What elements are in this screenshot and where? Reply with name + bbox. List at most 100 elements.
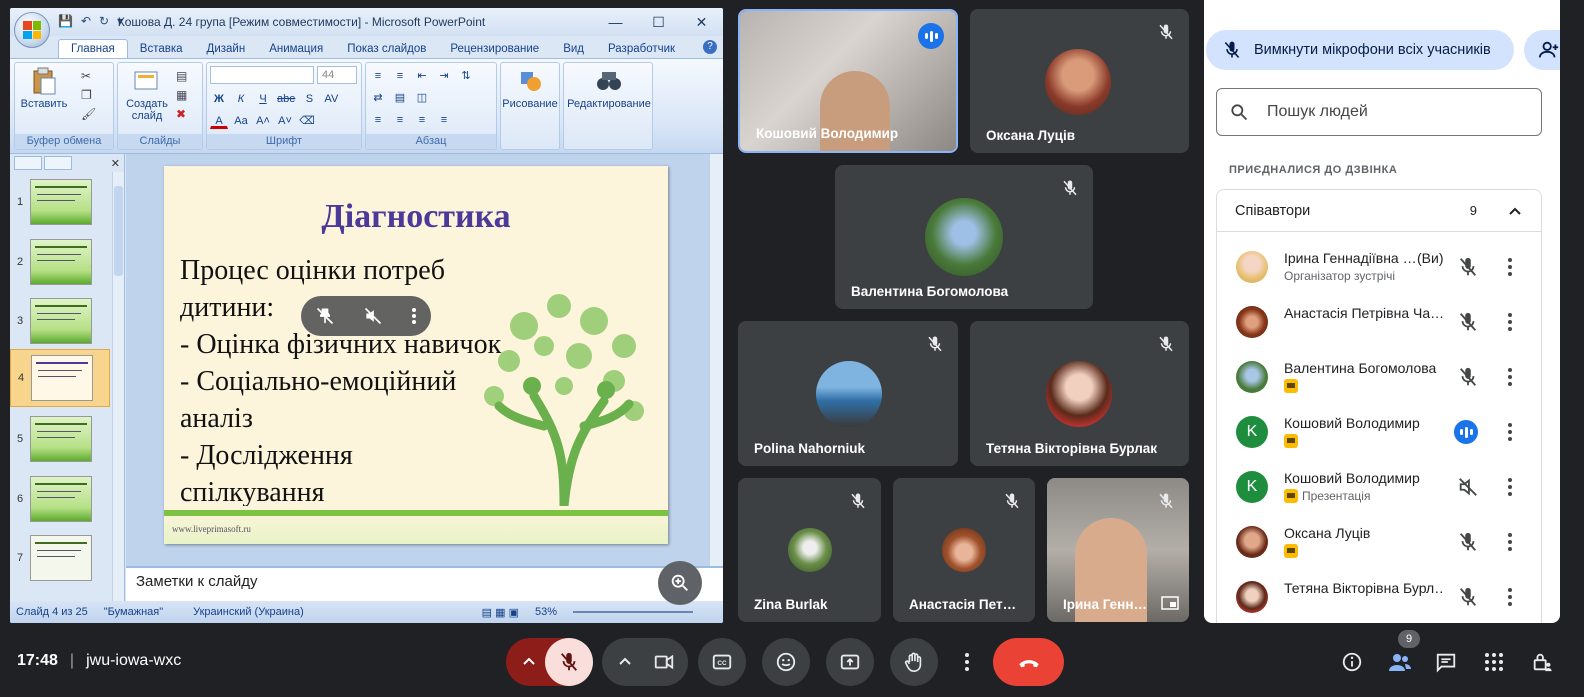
text-direction-icon[interactable]: ⇄: [369, 88, 387, 106]
notes-pane[interactable]: Заметки к слайду: [126, 566, 723, 601]
participant-tile[interactable]: Оксана Луців: [970, 9, 1189, 153]
participant-row[interactable]: K Кошовий Володимир Презентація: [1217, 460, 1543, 515]
thumbnail-scrollbar[interactable]: [112, 172, 124, 601]
font-color-icon[interactable]: A: [210, 111, 228, 129]
participant-tile[interactable]: Кошовий Володимир: [738, 9, 958, 153]
participant-row[interactable]: Тетяна Вікторівна Бурл…: [1217, 570, 1543, 623]
clear-format-icon[interactable]: ⌫: [298, 111, 316, 129]
participant-row[interactable]: Ірина Геннадіївна … (Ви) Організатор зус…: [1217, 240, 1543, 295]
shrink-font-icon[interactable]: A˅: [276, 111, 294, 129]
participant-tile[interactable]: Ірина Генн…: [1047, 478, 1189, 622]
tab-review[interactable]: Рецензирование: [438, 40, 551, 58]
more-vert-icon[interactable]: [1507, 311, 1513, 333]
font-family-box[interactable]: [210, 66, 314, 84]
justify-icon[interactable]: ≡: [435, 110, 453, 128]
current-slide[interactable]: Діагностика Процес оцінки потреб дитини:…: [164, 166, 668, 544]
maximize-icon[interactable]: ☐: [637, 8, 680, 36]
participant-row[interactable]: Валентина Богомолова: [1217, 350, 1543, 405]
host-controls-button[interactable]: [1530, 650, 1554, 674]
participant-tile[interactable]: Тетяна Вікторівна Бурлак: [970, 321, 1189, 466]
people-button[interactable]: [1388, 650, 1412, 674]
mic-off-icon[interactable]: [1457, 256, 1479, 278]
captions-button[interactable]: CC: [698, 638, 746, 686]
collaborators-header[interactable]: Співавтори 9: [1217, 190, 1541, 232]
volume-off-icon[interactable]: [1457, 476, 1479, 498]
mic-off-icon[interactable]: [1457, 366, 1479, 388]
thumbnail-slide-1[interactable]: 1: [10, 174, 110, 230]
more-vert-icon[interactable]: [1507, 586, 1513, 608]
tab-home[interactable]: Главная: [58, 39, 128, 58]
editing-button[interactable]: Редактирование: [567, 66, 651, 110]
align-text-icon[interactable]: ▤: [391, 88, 409, 106]
copy-icon[interactable]: ❐: [81, 86, 96, 105]
chat-button[interactable]: [1434, 650, 1458, 674]
picture-in-picture-icon[interactable]: [1161, 596, 1179, 610]
mute-all-button[interactable]: Вимкнути мікрофони всіх учасників: [1206, 30, 1514, 70]
present-screen-button[interactable]: [826, 638, 874, 686]
thumbnail-scroll-thumb[interactable]: [114, 186, 123, 276]
paste-button[interactable]: Вставить: [18, 66, 70, 110]
more-vert-icon[interactable]: [1507, 421, 1513, 443]
strikethrough-icon[interactable]: abe: [276, 89, 296, 107]
grow-font-icon[interactable]: A˄: [254, 111, 272, 129]
close-icon[interactable]: ✕: [680, 8, 723, 36]
new-slide-button[interactable]: Создать слайд: [121, 66, 173, 122]
zoom-presentation-button[interactable]: [658, 561, 702, 605]
drawing-button[interactable]: Рисование: [502, 66, 558, 110]
cut-icon[interactable]: ✂: [81, 67, 96, 86]
align-left-icon[interactable]: ≡: [369, 110, 387, 128]
format-painter-icon[interactable]: 🖌: [81, 105, 96, 124]
help-icon[interactable]: ?: [703, 40, 717, 54]
participant-tile[interactable]: Анастасія Пет…: [893, 478, 1035, 622]
tab-animation[interactable]: Анимация: [257, 40, 335, 58]
leave-call-button[interactable]: [993, 638, 1064, 686]
line-spacing-icon[interactable]: ⇅: [457, 66, 475, 84]
more-vert-icon[interactable]: [1507, 256, 1513, 278]
participant-tile[interactable]: Валентина Богомолова: [835, 165, 1093, 309]
tab-insert[interactable]: Вставка: [128, 40, 195, 58]
tab-design[interactable]: Дизайн: [195, 40, 258, 58]
participant-row[interactable]: Оксана Луців: [1217, 515, 1543, 570]
tab-view[interactable]: Вид: [551, 40, 596, 58]
font-size-box[interactable]: 44: [317, 66, 357, 84]
more-options-button[interactable]: [954, 638, 980, 686]
thumbnail-slide-7[interactable]: 7: [10, 530, 110, 586]
tab-developer[interactable]: Разработчик: [596, 40, 687, 58]
zoom-slider[interactable]: [573, 611, 693, 613]
add-people-button[interactable]: [1524, 30, 1560, 70]
italic-icon[interactable]: К: [232, 89, 250, 107]
align-center-icon[interactable]: ≡: [391, 110, 409, 128]
participant-row[interactable]: K Кошовий Володимир: [1217, 405, 1543, 460]
thumbnail-slide-4[interactable]: 4: [10, 349, 110, 407]
activities-button[interactable]: [1482, 650, 1506, 674]
reset-icon[interactable]: ▦: [176, 86, 187, 105]
numbering-icon[interactable]: ≡: [391, 66, 409, 84]
minimize-icon[interactable]: —: [594, 8, 637, 36]
mic-toggle-button[interactable]: [545, 638, 593, 686]
pin-off-icon[interactable]: [315, 306, 335, 326]
outline-tab[interactable]: [44, 156, 72, 170]
tab-slideshow[interactable]: Показ слайдов: [335, 40, 438, 58]
columns-icon[interactable]: ◫: [413, 88, 431, 106]
underline-icon[interactable]: Ч: [254, 89, 272, 107]
search-people-input[interactable]: Пошук людей: [1216, 88, 1542, 136]
view-buttons[interactable]: ▤ ▦ ▣: [482, 606, 519, 619]
participant-tile[interactable]: Polina Nahorniuk: [738, 321, 958, 466]
meeting-details-button[interactable]: [1340, 650, 1364, 674]
chevron-up-icon[interactable]: [1507, 203, 1523, 219]
shadow-icon[interactable]: S: [300, 89, 318, 107]
pane-close-icon[interactable]: ✕: [111, 157, 120, 170]
more-options-icon[interactable]: [411, 307, 417, 325]
indent-dec-icon[interactable]: ⇤: [413, 66, 431, 84]
indent-inc-icon[interactable]: ⇥: [435, 66, 453, 84]
thumbnail-slide-5[interactable]: 5: [10, 411, 110, 467]
mic-off-icon[interactable]: [1457, 586, 1479, 608]
more-vert-icon[interactable]: [1507, 531, 1513, 553]
more-vert-icon[interactable]: [1507, 366, 1513, 388]
raise-hand-button[interactable]: [890, 638, 938, 686]
thumbnail-slide-3[interactable]: 3: [10, 293, 110, 349]
delete-slide-icon[interactable]: ✖: [176, 105, 187, 124]
mic-off-icon[interactable]: [1457, 311, 1479, 333]
spacing-icon[interactable]: AV: [322, 89, 340, 107]
reactions-button[interactable]: [762, 638, 810, 686]
